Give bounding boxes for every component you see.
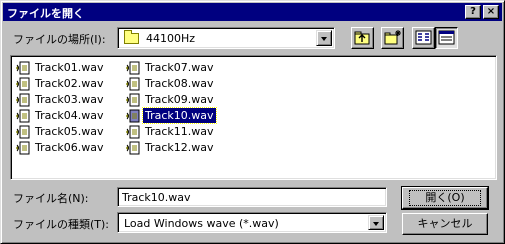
list-view-icon xyxy=(415,30,432,45)
file-name: Track09.wav xyxy=(145,93,214,106)
wave-file-icon xyxy=(126,93,140,107)
question-icon: ? xyxy=(470,6,476,17)
wave-file-icon xyxy=(126,77,140,91)
file-name: Track01.wav xyxy=(35,61,104,74)
help-button[interactable]: ? xyxy=(465,5,481,19)
filename-input[interactable] xyxy=(117,187,387,207)
open-button[interactable]: 開く(O) xyxy=(401,186,489,210)
window-title: ファイルを開く xyxy=(7,7,84,20)
location-label: ファイルの場所(I): xyxy=(13,33,106,46)
wave-file-icon xyxy=(126,61,140,75)
chevron-down-icon[interactable] xyxy=(368,215,384,230)
details-view-icon xyxy=(438,30,455,45)
details-view-button[interactable] xyxy=(435,27,458,49)
open-button-label: 開く(O) xyxy=(409,190,481,206)
wave-file-icon xyxy=(126,141,140,155)
filetype-label: ファイルの種類(T): xyxy=(13,218,110,231)
file-name: Track06.wav xyxy=(35,141,104,154)
file-name: Track03.wav xyxy=(35,93,104,106)
title-bar[interactable]: ファイルを開く ? × xyxy=(3,3,502,21)
wave-file-icon xyxy=(16,141,30,155)
location-dropdown[interactable]: 44100Hz xyxy=(117,27,335,49)
file-name: Track04.wav xyxy=(35,109,104,122)
filetype-value: Load Windows wave (*.wav) xyxy=(124,217,279,230)
file-name: Track10.wav xyxy=(142,107,217,124)
close-icon: × xyxy=(486,6,496,17)
up-one-level-icon xyxy=(354,31,370,45)
wave-file-icon xyxy=(16,109,30,123)
wave-file-icon xyxy=(16,77,30,91)
filetype-dropdown[interactable]: Load Windows wave (*.wav) xyxy=(117,212,387,233)
new-folder-button[interactable] xyxy=(381,27,404,49)
wave-file-icon xyxy=(16,93,30,107)
file-name: Track12.wav xyxy=(145,141,214,154)
cancel-button-label: キャンセル xyxy=(417,217,473,230)
file-name: Track02.wav xyxy=(35,77,104,90)
close-button[interactable]: × xyxy=(483,5,499,19)
file-name: Track05.wav xyxy=(35,125,104,138)
filename-label: ファイル名(N): xyxy=(13,192,89,205)
new-folder-icon xyxy=(384,30,401,45)
open-file-dialog: ファイルを開く ? × ファイルの場所(I): 44100Hz Track01.… xyxy=(0,0,505,244)
list-view-button[interactable] xyxy=(412,27,435,49)
wave-file-icon xyxy=(16,61,30,75)
file-name: Track07.wav xyxy=(145,61,214,74)
file-name: Track08.wav xyxy=(145,77,214,90)
up-one-level-button[interactable] xyxy=(351,27,374,49)
file-name: Track11.wav xyxy=(145,125,214,138)
folder-icon xyxy=(124,30,139,44)
chevron-down-icon[interactable] xyxy=(316,30,332,46)
wave-file-icon xyxy=(16,125,30,139)
file-list[interactable]: Track01.wav Track02.wav Track03.wav Track04… xyxy=(10,55,497,180)
wave-file-icon xyxy=(126,109,140,123)
location-value: 44100Hz xyxy=(146,32,196,45)
cancel-button[interactable]: キャンセル xyxy=(402,213,488,235)
wave-file-icon xyxy=(126,125,140,139)
